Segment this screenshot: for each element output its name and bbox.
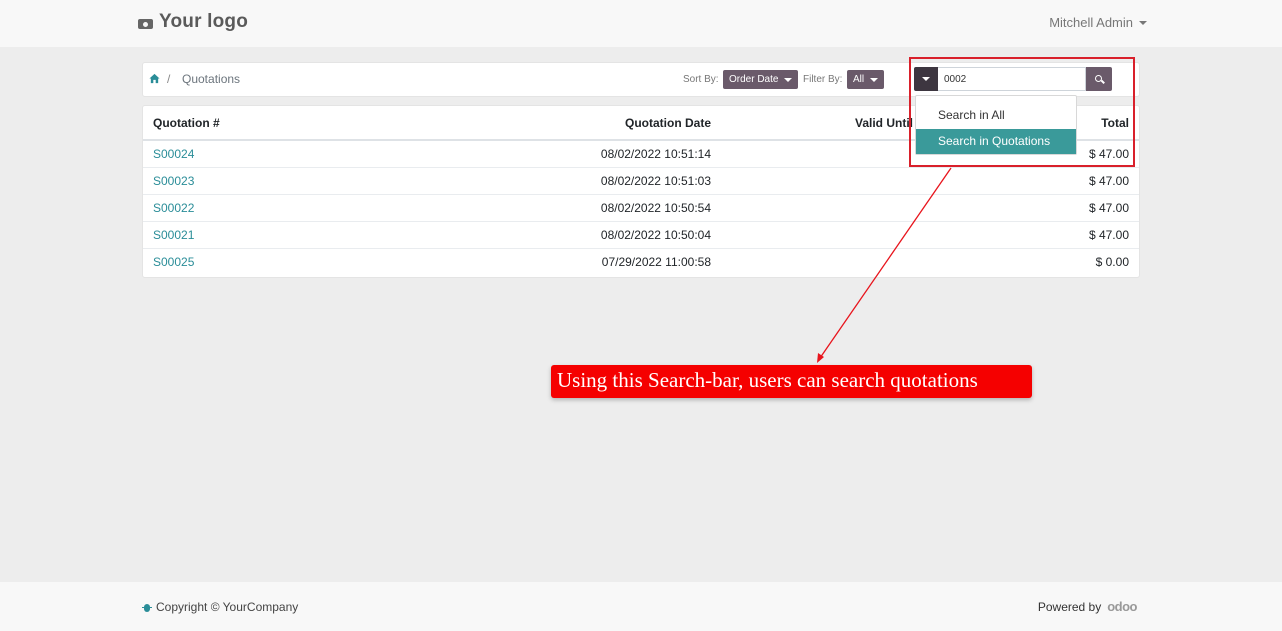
odoo-logo: odoo — [1107, 599, 1137, 614]
camera-icon — [138, 16, 153, 29]
company-icon — [142, 602, 152, 612]
copyright-text: Copyright © YourCompany — [156, 600, 299, 614]
breadcrumb-current: Quotations — [182, 72, 241, 86]
home-icon[interactable] — [149, 73, 160, 84]
quotation-date: 07/29/2022 11:00:58 — [601, 255, 711, 269]
caret-down-icon — [870, 77, 879, 82]
footer: Copyright © YourCompany Powered by odoo — [0, 582, 1282, 631]
filter-label: Filter By: — [803, 74, 843, 85]
quotation-link[interactable]: S00021 — [153, 228, 194, 242]
highlight-box — [909, 57, 1135, 167]
column-header-number: Quotation # — [153, 116, 220, 130]
quotation-link[interactable]: S00024 — [153, 147, 194, 161]
quotation-date: 08/02/2022 10:50:04 — [600, 228, 711, 242]
annotation-callout: Using this Search-bar, users can search … — [551, 365, 1032, 398]
table-row[interactable]: S00025 07/29/2022 11:00:58 $ 0.00 — [143, 249, 1139, 276]
table-row[interactable]: S00022 08/02/2022 10:50:54 $ 47.00 — [143, 195, 1139, 222]
breadcrumb-separator: / — [167, 72, 171, 86]
column-header-date: Quotation Date — [625, 116, 711, 130]
caret-down-icon — [784, 77, 793, 82]
quotation-date: 08/02/2022 10:51:03 — [600, 174, 711, 188]
sort-label: Sort By: — [683, 74, 719, 85]
filter-dropdown[interactable]: All — [847, 70, 885, 89]
logo[interactable]: Your logo — [138, 11, 248, 33]
quotation-total: $ 47.00 — [1088, 201, 1129, 215]
filter-value: All — [853, 74, 865, 85]
table-row[interactable]: S00023 08/02/2022 10:51:03 $ 47.00 — [143, 168, 1139, 195]
quotation-link[interactable]: S00025 — [153, 255, 194, 269]
sort-value: Order Date — [729, 74, 779, 85]
quotation-total: $ 0.00 — [1095, 255, 1129, 269]
user-name: Mitchell Admin — [1049, 15, 1133, 30]
user-menu[interactable]: Mitchell Admin — [1049, 15, 1147, 30]
top-navbar: Your logo Mitchell Admin — [0, 0, 1282, 47]
table-row[interactable]: S00021 08/02/2022 10:50:04 $ 47.00 — [143, 222, 1139, 249]
quotation-total: $ 47.00 — [1088, 228, 1129, 242]
caret-down-icon — [1139, 20, 1147, 25]
quotation-date: 08/02/2022 10:50:54 — [600, 201, 711, 215]
copyright: Copyright © YourCompany — [142, 600, 298, 614]
logo-text: Your logo — [159, 11, 249, 32]
sort-dropdown[interactable]: Order Date — [723, 70, 799, 89]
quotation-total: $ 47.00 — [1088, 174, 1129, 188]
quotation-link[interactable]: S00023 — [153, 174, 194, 188]
column-header-valid-until: Valid Until — [855, 116, 914, 130]
quotation-link[interactable]: S00022 — [153, 201, 194, 215]
powered-by-label: Powered by — [1037, 599, 1102, 614]
quotation-date: 08/02/2022 10:51:14 — [600, 147, 711, 161]
powered-by[interactable]: Powered by odoo — [1037, 599, 1138, 614]
